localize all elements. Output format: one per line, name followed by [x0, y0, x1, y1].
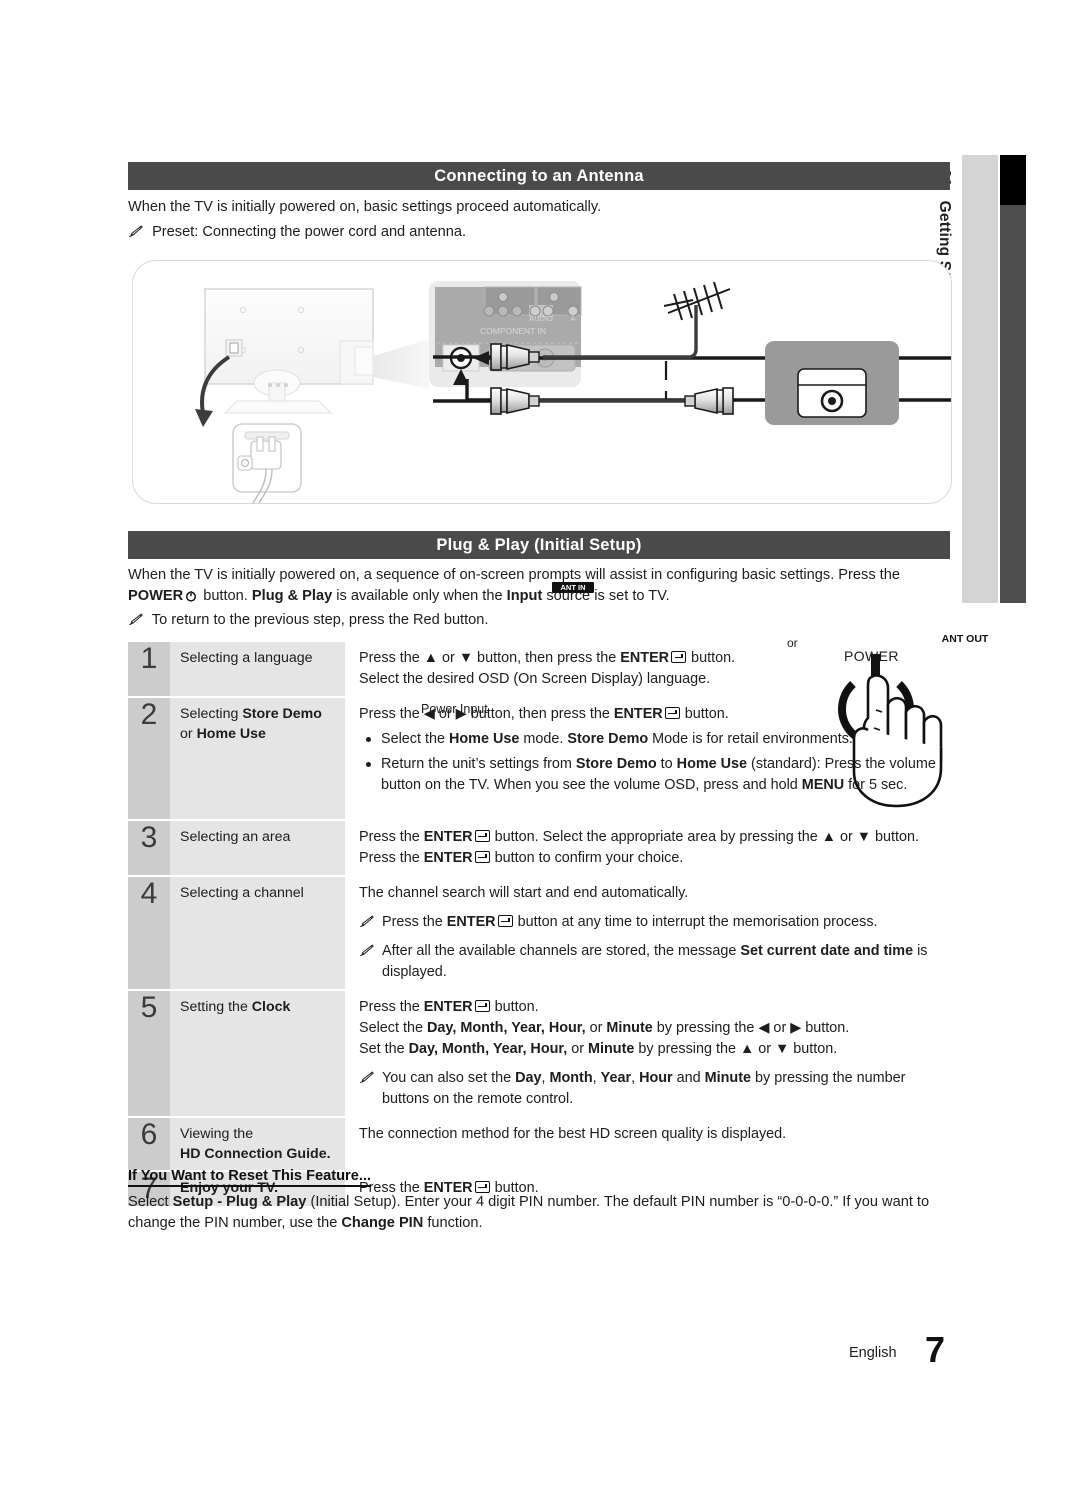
plug-play-intro-paragraph: When the TV is initially powered on, a s… [128, 565, 918, 607]
step-note: Press the ENTER button at any time to in… [359, 912, 950, 933]
table-row: 1 Selecting a language Press the ▲ or ▼ … [128, 642, 950, 696]
plug-play-note-text: To return to the previous step, press th… [151, 612, 489, 628]
step-line: Press the ENTER button. Select the appro… [359, 829, 920, 845]
table-row: 2 Selecting Store Demo or Home Use Press… [128, 698, 950, 819]
step-line: Press the ENTER button to confirm your c… [359, 850, 684, 866]
section-header-plug-play: Plug & Play (Initial Setup) [128, 531, 950, 559]
section-title-plug-play: Plug & Play (Initial Setup) [436, 535, 642, 554]
footer-page-number: 7 [925, 1329, 946, 1370]
sidebar-tab-accent-bar [1000, 155, 1026, 603]
step-description: The channel search will start and end au… [345, 877, 950, 989]
manual-page: 01 Getting Started Connecting to an Ante… [0, 0, 1080, 1494]
step-label: Setting the Clock [170, 991, 345, 1116]
enter-key-icon [474, 1000, 490, 1012]
antenna-note-paragraph: Preset: Connecting the power cord and an… [128, 222, 928, 243]
step-label-bold: Home Use [196, 726, 266, 742]
antenna-connection-diagram: AUDIO A COMPONENT IN Power Input or Cabl… [132, 260, 988, 716]
reset-body-a: Select [128, 1194, 173, 1210]
enter-key-icon [497, 915, 513, 927]
section-title-antenna: Connecting to an Antenna [434, 166, 644, 185]
step-line: Select the desired OSD (On Screen Displa… [359, 671, 711, 687]
step-description: The connection method for the best HD sc… [345, 1118, 950, 1170]
antenna-note-text: Preset: Connecting the power cord and an… [152, 224, 467, 240]
enter-key-icon [474, 830, 490, 842]
svg-text:A: A [570, 314, 575, 323]
plug-play-intro-c: is available only when the [336, 588, 503, 604]
reset-bold-setup: Setup - Plug & Play [172, 1194, 307, 1210]
step-label: Selecting Store Demo or Home Use [170, 698, 345, 819]
step-label-text: Selecting an area [180, 829, 291, 845]
sidebar-tab-marker [1000, 155, 1026, 205]
step-note: You can also set the Day, Month, Year, H… [359, 1068, 950, 1110]
plug-play-note-paragraph: To return to the previous step, press th… [128, 610, 928, 631]
step-description: Press the ENTER button. Select the Day, … [345, 991, 950, 1116]
step-description: Press the ◀ or ▶ button, then press the … [345, 698, 950, 819]
step-label: Selecting a channel [170, 877, 345, 989]
step-label-text: Setting the [180, 999, 252, 1015]
svg-text:AUDIO: AUDIO [529, 314, 553, 323]
step-description: Press the ▲ or ▼ button, then press the … [345, 642, 950, 696]
table-row: 6 Viewing the HD Connection Guide. The c… [128, 1118, 950, 1170]
reset-bold-change-pin: Change PIN [341, 1215, 424, 1231]
step-bullet: Return the unit’s settings from Store De… [359, 754, 950, 796]
step-label-bold: Store Demo [242, 706, 322, 722]
step-label-text: or [180, 726, 197, 742]
pencil-note-icon [359, 915, 374, 928]
step-line: The channel search will start and end au… [359, 885, 689, 901]
step-bullet: Select the Home Use mode. Store Demo Mod… [359, 729, 950, 750]
step-line: The connection method for the best HD sc… [359, 1126, 787, 1142]
step-label-bold: HD Connection Guide. [180, 1146, 331, 1162]
enter-key-icon [671, 651, 687, 663]
plug-play-bold-input: Input [506, 588, 543, 604]
plug-play-steps-table: 1 Selecting a language Press the ▲ or ▼ … [128, 642, 950, 1208]
step-line: Select the Day, Month, Year, Hour, or Mi… [359, 1020, 850, 1036]
plug-play-power-word: POWER [128, 588, 184, 604]
plug-play-intro-a: When the TV is initially powered on, a s… [128, 567, 900, 583]
sidebar-tab-background [962, 155, 998, 603]
step-label-bold: Clock [251, 999, 291, 1015]
power-symbol-icon [185, 588, 197, 602]
table-row: 3 Selecting an area Press the ENTER butt… [128, 821, 950, 875]
plug-play-bold-plug-play: Plug & Play [251, 588, 333, 604]
step-line: Press the ◀ or ▶ button, then press the … [359, 706, 729, 722]
plug-play-intro-b: button. [203, 588, 248, 604]
plug-play-intro-d: source is set to TV. [546, 588, 670, 604]
step-label-text: Viewing the [180, 1126, 254, 1142]
reset-body-c: function. [423, 1215, 483, 1231]
step-line: Press the ▲ or ▼ button, then press the … [359, 650, 736, 666]
pencil-note-icon [359, 944, 374, 957]
svg-text:COMPONENT IN: COMPONENT IN [480, 326, 546, 336]
step-label: Viewing the HD Connection Guide. [170, 1118, 345, 1170]
step-number: 3 [128, 821, 170, 875]
enter-key-icon [474, 851, 490, 863]
pencil-note-icon [359, 1071, 374, 1084]
section-header-antenna: Connecting to an Antenna [128, 162, 950, 190]
step-label: Selecting a language [170, 642, 345, 696]
antenna-intro-paragraph: When the TV is initially powered on, bas… [128, 197, 928, 218]
step-label-text: Selecting [180, 706, 243, 722]
step-note: After all the available channels are sto… [359, 941, 950, 983]
step-number: 5 [128, 991, 170, 1116]
table-row: 5 Setting the Clock Press the ENTER butt… [128, 991, 950, 1116]
step-number: 2 [128, 698, 170, 819]
step-label-text: Selecting a channel [180, 885, 304, 901]
step-number: 1 [128, 642, 170, 696]
pencil-note-icon [128, 225, 143, 238]
reset-feature-paragraph: Select Setup - Plug & Play (Initial Setu… [128, 1192, 948, 1234]
antenna-intro-text: When the TV is initially powered on, bas… [128, 199, 602, 215]
table-row: 4 Selecting a channel The channel search… [128, 877, 950, 989]
step-number: 6 [128, 1118, 170, 1170]
step-label: Selecting an area [170, 821, 345, 875]
step-description: Press the ENTER button. Select the appro… [345, 821, 950, 875]
reset-feature-heading: If You Want to Reset This Feature... [128, 1168, 371, 1187]
footer-language: English [849, 1345, 897, 1361]
step-label-text: Selecting a language [180, 650, 313, 666]
enter-key-icon [664, 707, 680, 719]
step-line: Press the ENTER button. [359, 999, 539, 1015]
step-number: 4 [128, 877, 170, 989]
pencil-note-icon [128, 613, 143, 626]
step-line: Set the Day, Month, Year, Hour, or Minut… [359, 1041, 838, 1057]
